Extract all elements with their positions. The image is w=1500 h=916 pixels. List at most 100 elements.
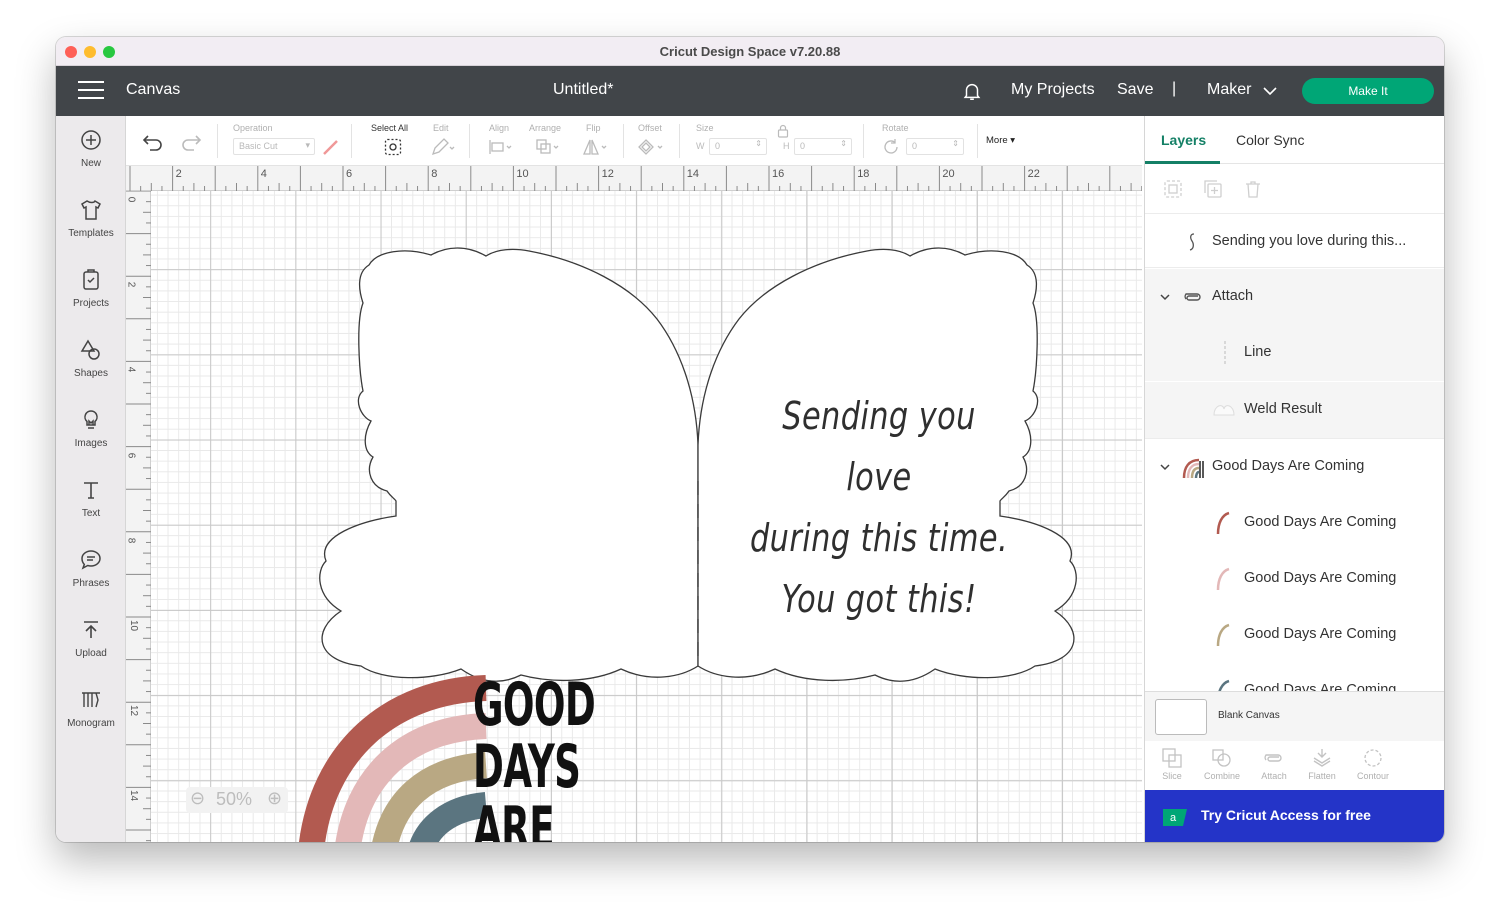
design-canvas[interactable]: Sending you love during this time. You g… — [151, 191, 1142, 842]
chevron-down-icon[interactable] — [1262, 83, 1278, 99]
layer-row[interactable]: Good Days Are Coming — [1145, 663, 1444, 691]
trash-icon[interactable] — [1243, 179, 1263, 199]
sidebar-item-projects[interactable]: Projects — [56, 268, 126, 328]
combine-button[interactable]: Combine — [1197, 747, 1247, 781]
sidebar-item-phrases[interactable]: Phrases — [56, 548, 126, 608]
ruler-label: 4 — [125, 367, 137, 373]
blank-canvas-row[interactable]: Blank Canvas — [1145, 691, 1444, 741]
card-message-text[interactable]: Sending you love during this time. You g… — [747, 386, 1011, 630]
attach-label: Attach — [1261, 771, 1287, 781]
lock-icon[interactable] — [777, 124, 789, 138]
sidebar-item-monogram[interactable]: Monogram — [56, 688, 126, 748]
slice-label: Slice — [1162, 771, 1182, 781]
edit-label: Edit — [433, 123, 449, 133]
tab-layers[interactable]: Layers — [1161, 132, 1206, 148]
layer-name: Attach — [1212, 288, 1254, 304]
sidebar-item-shapes[interactable]: Shapes — [56, 338, 126, 398]
svg-text:a: a — [1170, 812, 1177, 824]
stepper-icon: ⇕ — [840, 139, 847, 148]
ruler-label: 2 — [125, 281, 137, 288]
offset-icon[interactable] — [638, 138, 666, 156]
attach-button[interactable]: Attach — [1249, 747, 1299, 781]
redo-icon[interactable] — [180, 133, 202, 151]
width-value: 0 — [715, 141, 721, 151]
ruler-label: 10 — [128, 619, 140, 632]
menu-icon[interactable] — [78, 81, 104, 101]
sidebar-item-upload[interactable]: Upload — [56, 618, 126, 678]
sidebar-item-label: Projects — [72, 298, 110, 309]
my-projects-link[interactable]: My Projects — [1011, 81, 1095, 99]
make-it-button[interactable]: Make It — [1302, 78, 1434, 104]
document-title[interactable]: Untitled* — [553, 81, 613, 99]
layer-row[interactable]: Weld Result — [1145, 382, 1444, 438]
bell-icon[interactable] — [961, 80, 983, 102]
contour-icon — [1364, 749, 1382, 767]
select-all-icon[interactable] — [384, 138, 402, 156]
save-button[interactable]: Save — [1117, 81, 1153, 99]
layer-row[interactable]: Sending you love during this... — [1145, 214, 1444, 270]
text-layer-icon — [1189, 233, 1195, 251]
pen-color-icon[interactable] — [322, 138, 340, 156]
sidebar-item-new[interactable]: New — [56, 128, 126, 188]
zoom-out-button[interactable]: ⊖ — [190, 788, 205, 809]
card-text-line: You got this! — [781, 577, 977, 621]
edit-icon[interactable] — [430, 138, 456, 156]
rainbow-graphic[interactable] — [299, 675, 488, 842]
sidebar-item-label: Images — [74, 438, 108, 449]
more-menu[interactable]: More ▾ — [986, 135, 1015, 146]
toolbar-divider — [351, 124, 352, 158]
sidebar-item-text[interactable]: Text — [56, 478, 126, 538]
ruler-label: 12 — [601, 168, 614, 180]
size-label: Size — [696, 123, 714, 133]
sidebar-item-label: Monogram — [67, 718, 115, 729]
tab-color-sync[interactable]: Color Sync — [1236, 132, 1304, 148]
layer-name: Good Days Are Coming — [1244, 514, 1397, 530]
zoom-in-button[interactable]: ⊕ — [267, 788, 282, 809]
layer-row[interactable]: Line — [1145, 325, 1444, 381]
arrange-icon[interactable] — [535, 138, 563, 156]
app-window: Cricut Design Space v7.20.88 Canvas Unti… — [56, 37, 1444, 842]
good-days-text[interactable]: GOOD DAYS ARE — [473, 670, 596, 842]
arc-layer-icon — [1216, 511, 1230, 535]
width-input[interactable]: 0 ⇕ — [709, 138, 767, 155]
duplicate-icon[interactable] — [1203, 179, 1223, 199]
cricut-access-icon: a — [1163, 809, 1187, 826]
flatten-icon — [1313, 749, 1331, 767]
canvas-color-swatch[interactable] — [1155, 699, 1207, 735]
height-input[interactable]: 0 ⇕ — [794, 138, 852, 155]
ruler-label: 0 — [125, 196, 137, 203]
gd-text-line: GOOD — [473, 670, 596, 740]
group-icon[interactable] — [1163, 179, 1183, 199]
sidebar-item-label: Text — [81, 508, 101, 519]
card-text-line: Sending you love — [782, 394, 976, 499]
layer-row[interactable]: Good Days Are Coming — [1145, 551, 1444, 607]
weld-layer-icon — [1213, 405, 1235, 416]
chevron-down-icon[interactable] — [1159, 461, 1171, 473]
flip-icon[interactable] — [582, 138, 610, 156]
ruler-label: 16 — [772, 168, 785, 180]
caret-down-icon: ▾ — [1010, 135, 1016, 146]
sidebar-item-templates[interactable]: Templates — [56, 198, 126, 258]
contour-button[interactable]: Contour — [1348, 747, 1398, 781]
layer-group-row[interactable]: Good Days Are Coming — [1145, 439, 1444, 495]
align-icon[interactable] — [488, 138, 516, 156]
flatten-button[interactable]: Flatten — [1297, 747, 1347, 781]
chevron-down-icon[interactable] — [1159, 291, 1171, 303]
ruler-label: 14 — [686, 168, 700, 180]
machine-select[interactable]: Maker — [1207, 81, 1251, 99]
stepper-icon: ⇕ — [755, 139, 762, 148]
layer-name: Line — [1244, 344, 1272, 360]
combine-icon — [1212, 749, 1231, 767]
layer-group-row[interactable]: Attach — [1145, 269, 1444, 325]
layer-row[interactable]: Good Days Are Coming — [1145, 607, 1444, 663]
align-label: Align — [489, 123, 510, 133]
cricut-access-banner[interactable]: a Try Cricut Access for free — [1145, 790, 1444, 842]
sidebar-item-images[interactable]: Images — [56, 408, 126, 468]
rotate-input[interactable]: 0 ⇕ — [906, 138, 964, 155]
header-separator: | — [1172, 80, 1177, 97]
slice-button[interactable]: Slice — [1147, 747, 1197, 781]
layer-row[interactable]: Good Days Are Coming — [1145, 495, 1444, 551]
sidebar-item-label: Upload — [75, 648, 107, 659]
operation-select[interactable]: Basic Cut ▾ — [233, 138, 315, 155]
undo-icon[interactable] — [142, 133, 164, 151]
